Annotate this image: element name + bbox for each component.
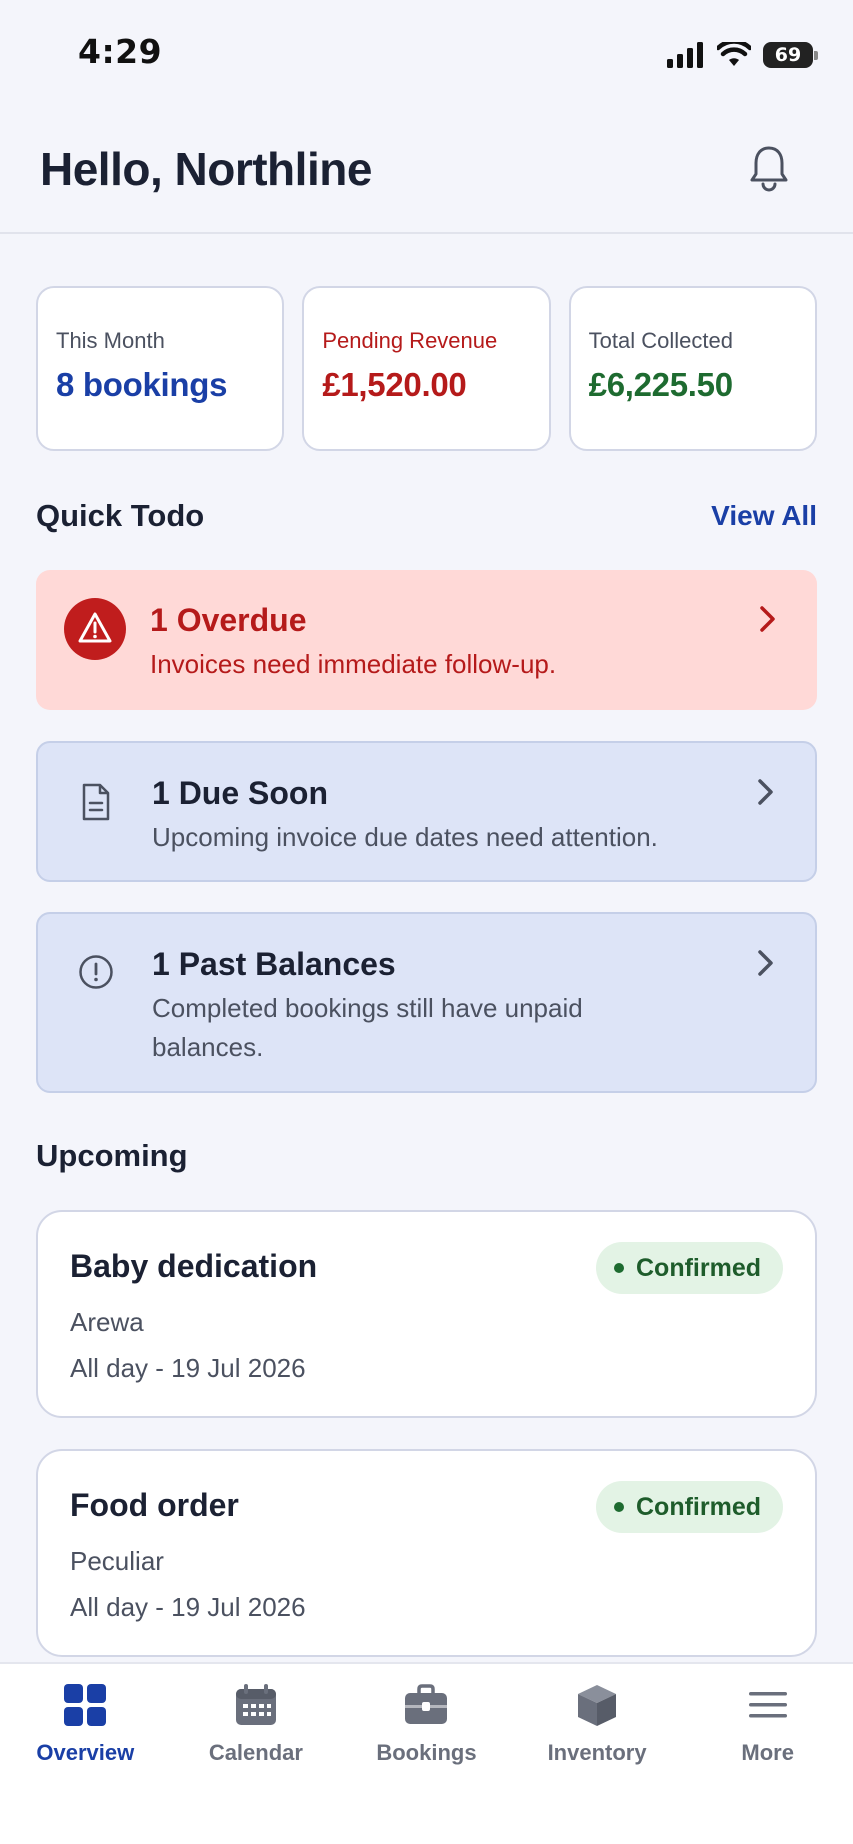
status-dot [614, 1502, 624, 1512]
calendar-icon [235, 1684, 276, 1725]
status-dot [614, 1263, 624, 1273]
bell-icon[interactable] [747, 144, 791, 194]
booking-card[interactable]: Baby dedication Confirmed Arewa All day … [36, 1210, 817, 1418]
document-icon [82, 783, 110, 821]
stat-card-total-collected: Total Collected £6,225.50 [568, 286, 817, 451]
booking-title: Food order [70, 1487, 239, 1523]
booking-client: Arewa [70, 1307, 144, 1337]
upcoming-title: Upcoming [36, 1138, 188, 1173]
nav-bookings[interactable]: Bookings [341, 1664, 512, 1844]
nav-more[interactable]: More [682, 1664, 853, 1844]
battery-icon: 69 [763, 42, 818, 68]
booking-time: All day - 19 Jul 2026 [70, 1592, 306, 1622]
todo-description: Upcoming invoice due dates need attentio… [152, 822, 658, 852]
header: Hello, Northline [0, 110, 853, 234]
warning-icon [64, 598, 126, 660]
grid-icon [64, 1684, 107, 1726]
battery-level: 69 [774, 44, 802, 66]
nav-label: More [741, 1740, 794, 1765]
stat-card-this-month: This Month 8 bookings [36, 286, 285, 451]
quick-todo-title: Quick Todo [36, 498, 205, 533]
page-title: Hello, Northline [40, 143, 372, 195]
status-label: Confirmed [636, 1253, 761, 1282]
nav-label: Overview [36, 1740, 135, 1765]
stat-value: £1,520.00 [322, 366, 467, 403]
nav-label: Bookings [376, 1740, 477, 1765]
chevron-right-icon [760, 606, 775, 632]
nav-overview[interactable]: Overview [0, 1664, 171, 1844]
todo-overdue[interactable]: 1 Overdue Invoices need immediate follow… [36, 570, 817, 710]
status-label: Confirmed [636, 1492, 761, 1521]
stat-card-pending-revenue: Pending Revenue £1,520.00 [302, 286, 551, 451]
todo-description: Invoices need immediate follow-up. [150, 649, 557, 679]
status-time: 4:29 [78, 32, 163, 71]
booking-time: All day - 19 Jul 2026 [70, 1353, 306, 1383]
wifi-icon [717, 42, 751, 66]
todo-title: 1 Past Balances [152, 946, 396, 982]
stats-row: This Month 8 bookings Pending Revenue £1… [36, 286, 817, 451]
stat-label: Total Collected [588, 328, 733, 353]
nav-calendar[interactable]: Calendar [171, 1664, 342, 1844]
alert-circle-icon [79, 955, 113, 989]
todo-title: 1 Overdue [150, 602, 307, 638]
todo-past-balances[interactable]: 1 Past Balances Completed bookings still… [36, 912, 817, 1093]
booking-title: Baby dedication [70, 1248, 318, 1284]
nav-label: Calendar [208, 1740, 303, 1765]
stat-value: 8 bookings [56, 366, 228, 403]
booking-client: Peculiar [70, 1546, 164, 1576]
nav-inventory[interactable]: Inventory [512, 1664, 683, 1844]
menu-icon [748, 1692, 787, 1718]
status-badge: Confirmed [596, 1481, 783, 1533]
todo-due-soon[interactable]: 1 Due Soon Upcoming invoice due dates ne… [36, 741, 817, 882]
chevron-right-icon [758, 950, 773, 976]
todo-description: Completed bookings still have unpaid bal… [152, 993, 583, 1062]
briefcase-icon [405, 1684, 448, 1724]
chevron-right-icon [758, 779, 773, 805]
nav-label: Inventory [547, 1740, 647, 1765]
box-icon [578, 1685, 617, 1726]
view-all-link[interactable]: View All [711, 500, 817, 532]
status-bar: 4:29 69 [0, 0, 853, 110]
stat-value: £6,225.50 [588, 366, 733, 403]
status-badge: Confirmed [596, 1242, 783, 1294]
bottom-nav: Overview Calendar Bookings Inventory Mor… [0, 1662, 853, 1844]
status-icons: 69 [667, 38, 818, 72]
todo-title: 1 Due Soon [152, 775, 329, 811]
booking-card[interactable]: Food order Confirmed Peculiar All day - … [36, 1449, 817, 1657]
signal-icon [667, 42, 703, 68]
stat-label: This Month [56, 328, 165, 353]
stat-label: Pending Revenue [322, 328, 498, 353]
